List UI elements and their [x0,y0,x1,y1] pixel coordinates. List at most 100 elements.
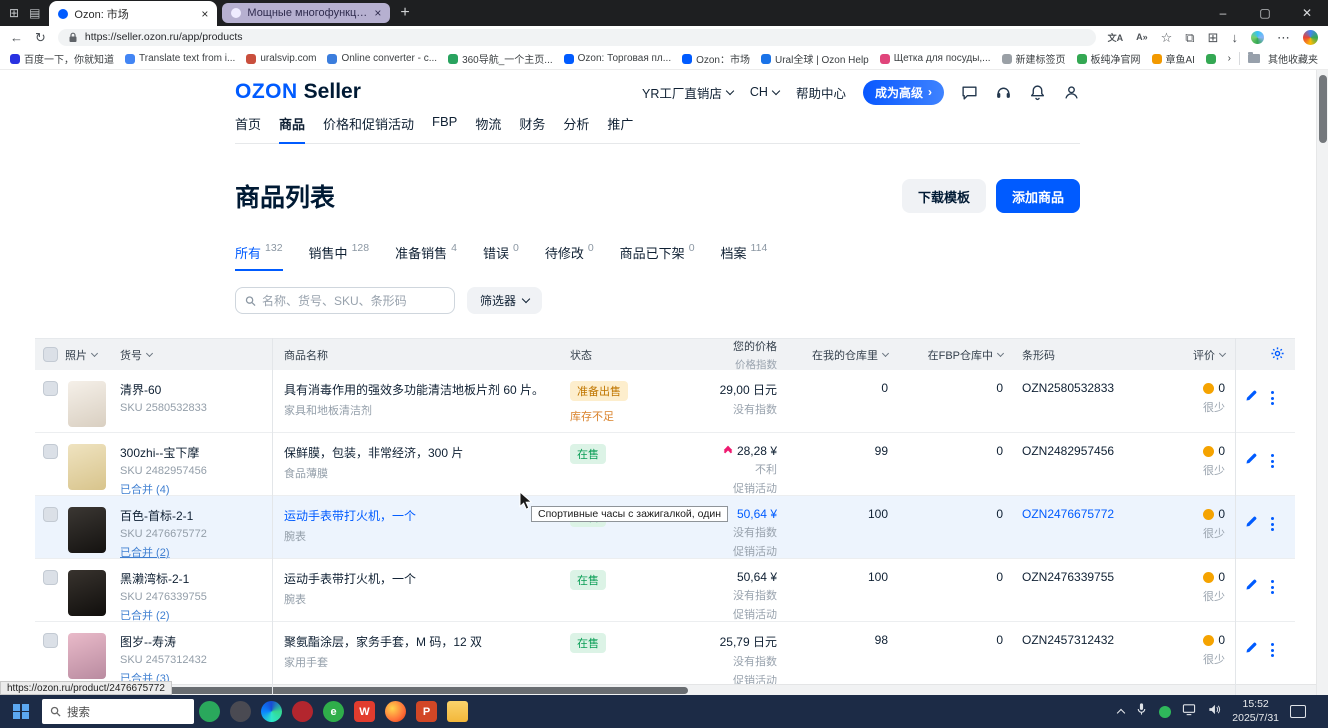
product-photo[interactable] [68,570,106,616]
price-value[interactable]: 50,64 ¥ [737,507,777,521]
more-actions-icon[interactable] [1271,452,1274,468]
bookmarks-overflow-icon[interactable]: › [1228,53,1231,64]
taskbar-clock[interactable]: 15:52 2025/7/31 [1232,698,1279,724]
nav-products[interactable]: 商品 [279,114,305,144]
tab-selling[interactable]: 销售中128 [309,243,370,271]
promo-label[interactable]: 促销活动 [733,480,777,496]
nav-finance[interactable]: 财务 [519,114,545,143]
tab-close-icon[interactable]: × [201,8,208,20]
more-actions-icon[interactable] [1271,515,1274,531]
filters-button[interactable]: 筛选器 [467,287,542,314]
more-actions-icon[interactable] [1271,578,1274,594]
add-product-button[interactable]: 添加商品 [996,179,1080,213]
action-center-icon[interactable] [1290,705,1306,718]
store-menu[interactable]: YR工厂直销店 [642,83,733,102]
browser-tab-active[interactable]: Ozon: 市场 × [49,1,217,26]
tab-delisted[interactable]: 商品已下架0 [620,243,695,271]
merged-link[interactable]: 已合并 (2) [120,544,272,560]
start-button[interactable] [0,695,42,728]
taskbar-app[interactable] [442,695,473,728]
product-photo[interactable] [68,444,106,490]
col-photo[interactable]: 照片 [65,347,110,363]
split-screen-icon[interactable]: ⧉ [1185,31,1194,44]
bookmark-item[interactable]: Ozon: Торговая пл... [564,51,671,66]
col-rating[interactable]: 评价 [1193,347,1225,363]
product-search-box[interactable] [235,287,455,314]
back-icon[interactable]: ← [10,31,23,44]
browser-tab-inactive[interactable]: Мощные многофункциональн... × [222,3,390,23]
profile-avatar[interactable] [1303,30,1318,45]
bookmark-item[interactable]: uralsvip.com [246,51,316,66]
bookmark-item[interactable]: Online converter - c... [327,51,437,66]
window-minimize-button[interactable]: – [1202,0,1244,26]
nav-pricing[interactable]: 价格和促销活动 [323,114,414,143]
collections-icon[interactable]: ⊞ [1208,31,1219,44]
browser-essentials-icon[interactable] [1251,31,1264,44]
merged-link[interactable]: 已合并 (2) [120,607,272,623]
product-name-link[interactable]: 聚氨酯涂层，家务手套，M 码，12 双 [284,633,560,650]
notifications-bell-icon[interactable] [1029,84,1046,101]
edit-icon[interactable] [1245,578,1258,594]
volume-icon[interactable] [1207,703,1221,721]
bookmark-item[interactable]: Ozon：市场 [682,51,750,66]
edit-icon[interactable] [1245,641,1258,657]
help-center-link[interactable]: 帮助中心 [796,83,846,102]
product-name-link[interactable]: 保鲜膜，包装，非常经济，300 片 [284,444,560,461]
row-checkbox[interactable] [43,570,58,585]
taskbar-app[interactable] [194,695,225,728]
nav-home[interactable]: 首页 [235,114,261,143]
downloads-icon[interactable]: ↓ [1232,31,1239,44]
taskbar-app[interactable]: e [318,695,349,728]
taskbar-app[interactable] [287,695,318,728]
row-checkbox[interactable] [43,507,58,522]
horizontal-scrollbar[interactable] [0,684,1316,695]
col-stock-my[interactable]: 在我的仓库里 [785,347,888,363]
bookmark-item[interactable]: Translate text from i... [125,51,235,66]
edit-icon[interactable] [1245,452,1258,468]
bookmark-item[interactable]: 新建标签页 [1002,51,1066,66]
tab-all[interactable]: 所有132 [235,243,283,271]
address-bar[interactable]: https://seller.ozon.ru/app/products [58,29,1096,46]
tray-app-icon[interactable] [1159,706,1171,718]
bookmark-item[interactable]: Щетка для посуды,... [880,51,991,66]
chat-icon[interactable] [961,84,978,101]
bookmark-item[interactable]: 在线转换器 - 免费... [1206,51,1220,66]
product-photo[interactable] [68,381,106,427]
col-article[interactable]: 货号 [120,347,272,363]
vertical-scrollbar[interactable] [1316,70,1328,695]
taskbar-app[interactable]: P [411,695,442,728]
table-row[interactable]: 300zhi--宝下摩 SKU 2482957456 已合并 (4) 保鲜膜，包… [35,433,1295,496]
microphone-icon[interactable] [1135,702,1148,721]
bookmark-item[interactable]: 百度一下，你就知道 [10,51,114,66]
edit-icon[interactable] [1245,515,1258,531]
taskbar-search-box[interactable]: 搜索 [42,699,194,724]
settings-menu-icon[interactable]: ⋯ [1277,31,1290,44]
bookmark-item[interactable]: 板纯净官网 [1077,51,1141,66]
nav-logistics[interactable]: 物流 [475,114,501,143]
display-icon[interactable] [1182,703,1196,721]
row-checkbox[interactable] [43,633,58,648]
col-stock-fbp[interactable]: 在FBP仓库中 [895,347,1003,363]
table-row[interactable]: 图岁--寿涛 SKU 2457312432 已合并 (3) 聚氨酯涂层，家务手套… [35,622,1295,685]
new-tab-button[interactable]: + [400,4,409,22]
merged-link[interactable]: 已合并 (4) [120,481,272,497]
nav-promotion[interactable]: 推广 [607,114,633,143]
download-template-button[interactable]: 下载模板 [902,179,986,213]
product-photo[interactable] [68,507,106,553]
bookmark-item[interactable]: 360导航_一个主页... [448,51,553,66]
workspace-icon[interactable]: ▤ [29,6,40,20]
tab-close-icon[interactable]: × [374,7,381,19]
language-menu[interactable]: CH [750,85,779,99]
other-bookmarks-button[interactable]: 其他收藏夹 [1268,51,1318,66]
tab-to-fix[interactable]: 待修改0 [545,243,594,271]
ozon-logo[interactable]: OZONSeller [235,80,361,104]
taskbar-app[interactable] [256,695,287,728]
window-maximize-button[interactable]: ▢ [1244,0,1286,26]
nav-analytics[interactable]: 分析 [563,114,589,143]
bookmark-item[interactable]: Ural全球 | Ozon Help [761,51,869,66]
table-settings-gear-icon[interactable] [1270,346,1285,364]
premium-button[interactable]: 成为高级› [863,80,944,105]
taskbar-app[interactable]: W [349,695,380,728]
taskbar-app[interactable] [380,695,411,728]
bookmark-item[interactable]: 章鱼AI [1152,51,1195,66]
